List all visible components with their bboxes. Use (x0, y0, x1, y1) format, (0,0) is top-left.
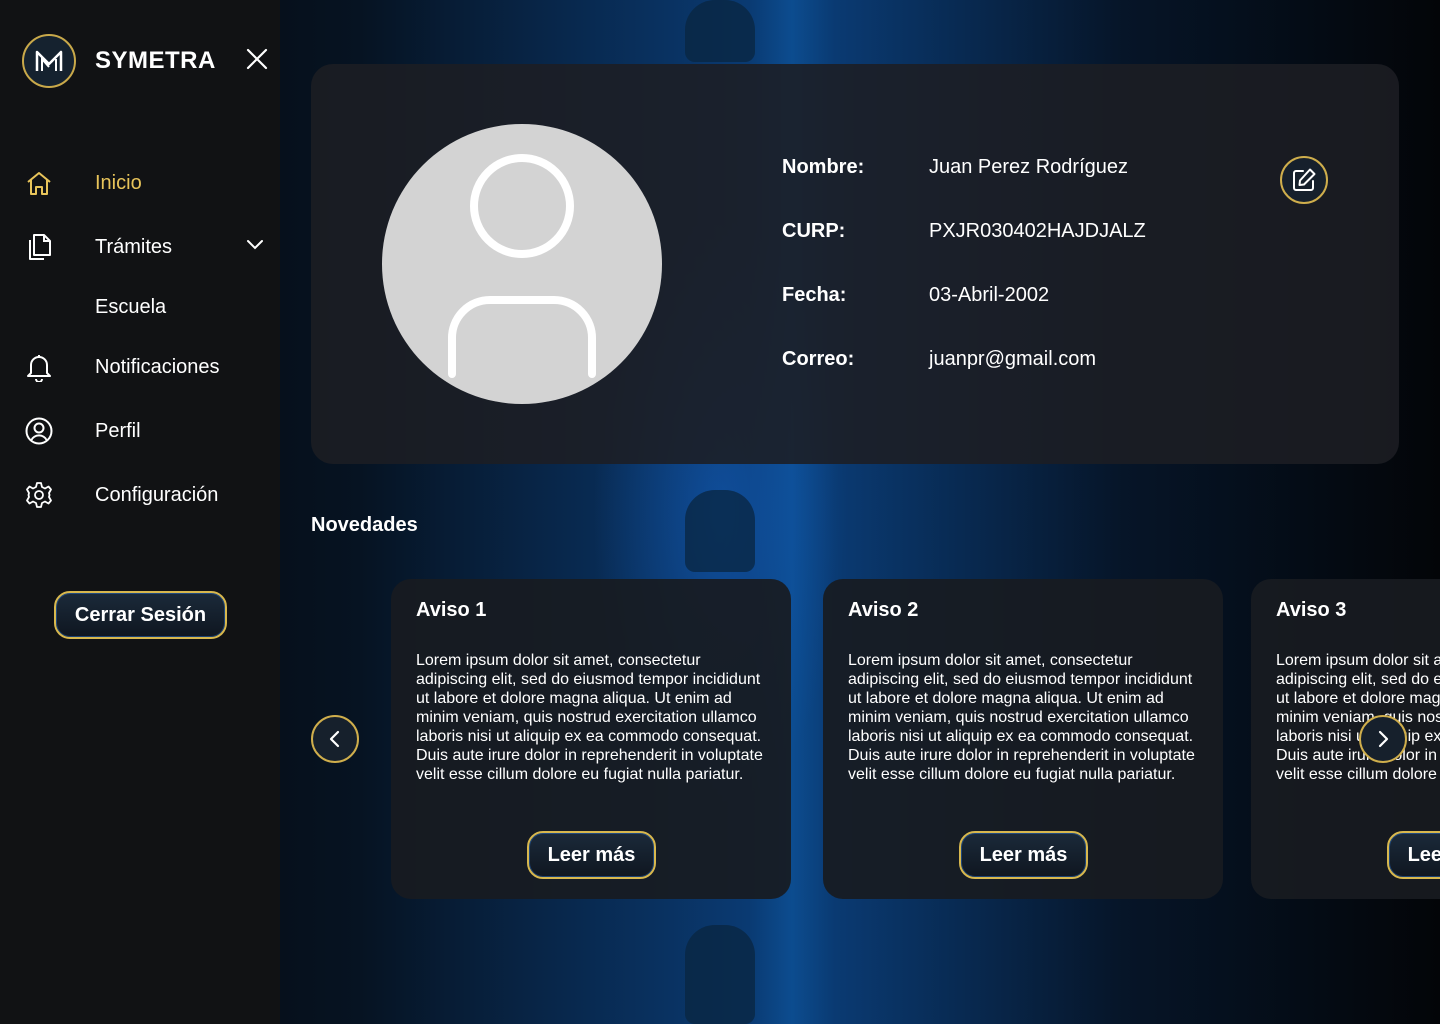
logout-button[interactable]: Cerrar Sesión (54, 591, 227, 639)
news-card-title: Aviso 1 (416, 599, 487, 621)
user-circle-icon (24, 416, 54, 446)
read-more-button[interactable]: Leer más (959, 831, 1088, 879)
sidebar-item-label: Trámites (95, 235, 173, 258)
profile-card: Nombre: Juan Perez Rodríguez CURP: PXJR0… (311, 64, 1399, 464)
news-card-title: Aviso 3 (1276, 599, 1347, 621)
sidebar-item-label: Notificaciones (95, 355, 220, 378)
sidebar: SYMETRA Inicio Trámites Escuela Notifica… (0, 0, 280, 1024)
news-card: Aviso 1 Lorem ipsum dolor sit amet, cons… (391, 579, 791, 899)
read-more-button[interactable]: Leer más (1387, 831, 1440, 879)
sidebar-item-notificaciones[interactable]: Notificaciones (24, 349, 220, 385)
sidebar-item-inicio[interactable]: Inicio (24, 165, 142, 201)
name-value: Juan Perez Rodríguez (929, 156, 1129, 178)
read-more-button[interactable]: Leer más (527, 831, 656, 879)
news-card: Aviso 3 Lorem ipsum dolor sit amet, cons… (1251, 579, 1440, 899)
edit-profile-button[interactable] (1280, 156, 1328, 204)
curp-value: PXJR030402HAJDJALZ (929, 220, 1146, 242)
news-card-body: Lorem ipsum dolor sit amet, consectetur … (416, 652, 763, 783)
background-shape (685, 490, 755, 572)
news-card: Aviso 2 Lorem ipsum dolor sit amet, cons… (823, 579, 1223, 899)
background-shape (685, 0, 755, 62)
user-placeholder-icon (447, 154, 597, 378)
documents-icon (24, 232, 54, 262)
gear-icon (24, 480, 54, 510)
sidebar-item-label: Escuela (95, 295, 167, 318)
chevron-left-icon (329, 730, 340, 748)
date-label: Fecha: (782, 284, 847, 306)
brand-name: SYMETRA (95, 47, 216, 74)
bell-icon (24, 352, 54, 382)
email-label: Correo: (782, 348, 855, 370)
sidebar-item-tramites[interactable]: Trámites (24, 229, 269, 265)
edit-icon (1293, 168, 1316, 191)
date-value: 03-Abril-2002 (929, 284, 1050, 306)
avatar (382, 124, 662, 404)
name-label: Nombre: (782, 156, 865, 178)
close-icon[interactable] (244, 46, 270, 72)
chevron-down-icon[interactable] (246, 237, 264, 255)
sidebar-item-perfil[interactable]: Perfil (24, 413, 141, 449)
sidebar-item-label: Inicio (95, 171, 142, 194)
brand: SYMETRA (22, 34, 216, 88)
sidebar-item-label: Perfil (95, 419, 141, 442)
carousel-next-button[interactable] (1359, 715, 1407, 763)
chevron-right-icon (1378, 730, 1389, 748)
carousel-prev-button[interactable] (311, 715, 359, 763)
background-shape (685, 925, 755, 1024)
news-section-title: Novedades (311, 514, 418, 536)
news-card-title: Aviso 2 (848, 599, 919, 621)
home-icon (24, 168, 54, 198)
sidebar-item-configuracion[interactable]: Configuración (24, 477, 218, 513)
news-card-body: Lorem ipsum dolor sit amet, consectetur … (1276, 652, 1440, 783)
news-card-clip: Aviso 3 Lorem ipsum dolor sit amet, cons… (1251, 579, 1440, 899)
news-card-body: Lorem ipsum dolor sit amet, consectetur … (848, 652, 1195, 783)
sidebar-item-label: Configuración (95, 483, 219, 506)
logo-icon (22, 34, 76, 88)
curp-label: CURP: (782, 220, 846, 242)
email-value: juanpr@gmail.com (929, 348, 1097, 370)
